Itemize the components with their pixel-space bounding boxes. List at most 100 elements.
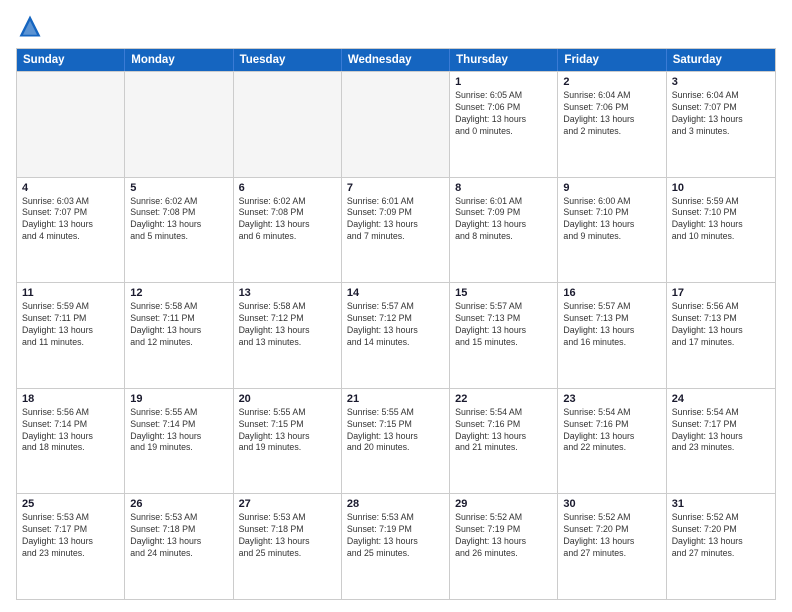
day-cell-24: 24Sunrise: 5:54 AM Sunset: 7:17 PM Dayli… [667, 389, 775, 494]
cell-info: Sunrise: 5:54 AM Sunset: 7:16 PM Dayligh… [563, 407, 660, 455]
cell-info: Sunrise: 6:02 AM Sunset: 7:08 PM Dayligh… [130, 196, 227, 244]
cell-info: Sunrise: 6:00 AM Sunset: 7:10 PM Dayligh… [563, 196, 660, 244]
day-cell-5: 5Sunrise: 6:02 AM Sunset: 7:08 PM Daylig… [125, 178, 233, 283]
day-cell-27: 27Sunrise: 5:53 AM Sunset: 7:18 PM Dayli… [234, 494, 342, 599]
day-cell-7: 7 Sunrise: 6:01 AM Sunset: 7:09 PM Daylig… [342, 178, 450, 283]
calendar: SundayMondayTuesdayWednesdayThursdayFrid… [16, 48, 776, 600]
day-number: 27 [239, 498, 336, 510]
day-number: 15 [455, 287, 552, 299]
header-day-saturday: Saturday [667, 49, 775, 71]
day-number: 2 [563, 76, 660, 88]
cell-info: Sunrise: 5:54 AM Sunset: 7:17 PM Dayligh… [672, 407, 770, 455]
page: SundayMondayTuesdayWednesdayThursdayFrid… [0, 0, 792, 612]
cell-info: Sunrise: 5:52 AM Sunset: 7:20 PM Dayligh… [672, 512, 770, 560]
day-number: 13 [239, 287, 336, 299]
cell-info: Sunrise: 5:52 AM Sunset: 7:20 PM Dayligh… [563, 512, 660, 560]
day-cell-6: 6 Sunrise: 6:02 AM Sunset: 7:08 PM Daylig… [234, 178, 342, 283]
day-cell-26: 26Sunrise: 5:53 AM Sunset: 7:18 PM Dayli… [125, 494, 233, 599]
cell-info: Sunrise: 5:57 AM Sunset: 7:12 PM Dayligh… [347, 301, 444, 349]
day-number: 7 [347, 182, 444, 194]
day-cell-13: 13Sunrise: 5:58 AM Sunset: 7:12 PM Dayli… [234, 283, 342, 388]
day-cell-30: 30 Sunrise: 5:52 AM Sunset: 7:20 PM Dayli… [558, 494, 666, 599]
day-number: 18 [22, 393, 119, 405]
cell-info: Sunrise: 5:55 AM Sunset: 7:14 PM Dayligh… [130, 407, 227, 455]
empty-cell [17, 72, 125, 177]
day-number: 16 [563, 287, 660, 299]
day-cell-29: 29 Sunrise: 5:52 AM Sunset: 7:19 PM Dayli… [450, 494, 558, 599]
day-number: 20 [239, 393, 336, 405]
day-number: 8 [455, 182, 552, 194]
cell-info: Sunrise: 5:59 AM Sunset: 7:11 PM Dayligh… [22, 301, 119, 349]
day-number: 10 [672, 182, 770, 194]
day-number: 22 [455, 393, 552, 405]
day-number: 30 [563, 498, 660, 510]
cell-info: Sunrise: 5:53 AM Sunset: 7:17 PM Dayligh… [22, 512, 119, 560]
header-day-sunday: Sunday [17, 49, 125, 71]
header-day-wednesday: Wednesday [342, 49, 450, 71]
cell-info: Sunrise: 5:57 AM Sunset: 7:13 PM Dayligh… [455, 301, 552, 349]
day-number: 3 [672, 76, 770, 88]
header-day-monday: Monday [125, 49, 233, 71]
day-number: 14 [347, 287, 444, 299]
cell-info: Sunrise: 5:55 AM Sunset: 7:15 PM Dayligh… [347, 407, 444, 455]
day-cell-31: 31 Sunrise: 5:52 AM Sunset: 7:20 PM Dayli… [667, 494, 775, 599]
day-cell-17: 17Sunrise: 5:56 AM Sunset: 7:13 PM Dayli… [667, 283, 775, 388]
day-cell-3: 3 Sunrise: 6:04 AM Sunset: 7:07 PM Daylig… [667, 72, 775, 177]
day-number: 23 [563, 393, 660, 405]
cell-info: Sunrise: 6:05 AM Sunset: 7:06 PM Dayligh… [455, 90, 552, 138]
day-number: 21 [347, 393, 444, 405]
day-number: 28 [347, 498, 444, 510]
cell-info: Sunrise: 6:02 AM Sunset: 7:08 PM Dayligh… [239, 196, 336, 244]
calendar-header: SundayMondayTuesdayWednesdayThursdayFrid… [17, 49, 775, 71]
day-cell-19: 19 Sunrise: 5:55 AM Sunset: 7:14 PM Dayli… [125, 389, 233, 494]
day-number: 6 [239, 182, 336, 194]
header-day-tuesday: Tuesday [234, 49, 342, 71]
day-cell-11: 11 Sunrise: 5:59 AM Sunset: 7:11 PM Dayli… [17, 283, 125, 388]
logo-icon [16, 12, 44, 40]
day-cell-9: 9Sunrise: 6:00 AM Sunset: 7:10 PM Daylig… [558, 178, 666, 283]
week-row-2: 4Sunrise: 6:03 AM Sunset: 7:07 PM Daylig… [17, 177, 775, 283]
empty-cell [125, 72, 233, 177]
logo [16, 12, 48, 40]
day-number: 29 [455, 498, 552, 510]
empty-cell [342, 72, 450, 177]
cell-info: Sunrise: 5:52 AM Sunset: 7:19 PM Dayligh… [455, 512, 552, 560]
header-day-thursday: Thursday [450, 49, 558, 71]
day-number: 19 [130, 393, 227, 405]
header [16, 12, 776, 40]
cell-info: Sunrise: 6:04 AM Sunset: 7:07 PM Dayligh… [672, 90, 770, 138]
day-number: 11 [22, 287, 119, 299]
day-cell-15: 15 Sunrise: 5:57 AM Sunset: 7:13 PM Dayli… [450, 283, 558, 388]
day-cell-25: 25 Sunrise: 5:53 AM Sunset: 7:17 PM Dayli… [17, 494, 125, 599]
day-cell-23: 23 Sunrise: 5:54 AM Sunset: 7:16 PM Dayli… [558, 389, 666, 494]
day-cell-10: 10 Sunrise: 5:59 AM Sunset: 7:10 PM Dayli… [667, 178, 775, 283]
cell-info: Sunrise: 5:53 AM Sunset: 7:19 PM Dayligh… [347, 512, 444, 560]
day-cell-4: 4Sunrise: 6:03 AM Sunset: 7:07 PM Daylig… [17, 178, 125, 283]
day-cell-28: 28 Sunrise: 5:53 AM Sunset: 7:19 PM Dayli… [342, 494, 450, 599]
day-cell-8: 8Sunrise: 6:01 AM Sunset: 7:09 PM Daylig… [450, 178, 558, 283]
day-number: 26 [130, 498, 227, 510]
day-number: 4 [22, 182, 119, 194]
cell-info: Sunrise: 5:55 AM Sunset: 7:15 PM Dayligh… [239, 407, 336, 455]
cell-info: Sunrise: 6:01 AM Sunset: 7:09 PM Dayligh… [347, 196, 444, 244]
week-row-5: 25 Sunrise: 5:53 AM Sunset: 7:17 PM Dayli… [17, 493, 775, 599]
day-cell-16: 16 Sunrise: 5:57 AM Sunset: 7:13 PM Dayli… [558, 283, 666, 388]
week-row-1: 1Sunrise: 6:05 AM Sunset: 7:06 PM Daylig… [17, 71, 775, 177]
day-cell-12: 12Sunrise: 5:58 AM Sunset: 7:11 PM Dayli… [125, 283, 233, 388]
cell-info: Sunrise: 5:56 AM Sunset: 7:13 PM Dayligh… [672, 301, 770, 349]
day-cell-22: 22 Sunrise: 5:54 AM Sunset: 7:16 PM Dayli… [450, 389, 558, 494]
day-cell-1: 1Sunrise: 6:05 AM Sunset: 7:06 PM Daylig… [450, 72, 558, 177]
day-cell-14: 14 Sunrise: 5:57 AM Sunset: 7:12 PM Dayli… [342, 283, 450, 388]
calendar-body: 1Sunrise: 6:05 AM Sunset: 7:06 PM Daylig… [17, 71, 775, 599]
empty-cell [234, 72, 342, 177]
cell-info: Sunrise: 6:04 AM Sunset: 7:06 PM Dayligh… [563, 90, 660, 138]
day-number: 12 [130, 287, 227, 299]
cell-info: Sunrise: 5:54 AM Sunset: 7:16 PM Dayligh… [455, 407, 552, 455]
cell-info: Sunrise: 5:59 AM Sunset: 7:10 PM Dayligh… [672, 196, 770, 244]
day-cell-2: 2 Sunrise: 6:04 AM Sunset: 7:06 PM Daylig… [558, 72, 666, 177]
day-number: 25 [22, 498, 119, 510]
cell-info: Sunrise: 5:57 AM Sunset: 7:13 PM Dayligh… [563, 301, 660, 349]
day-cell-20: 20 Sunrise: 5:55 AM Sunset: 7:15 PM Dayli… [234, 389, 342, 494]
day-number: 31 [672, 498, 770, 510]
cell-info: Sunrise: 5:56 AM Sunset: 7:14 PM Dayligh… [22, 407, 119, 455]
